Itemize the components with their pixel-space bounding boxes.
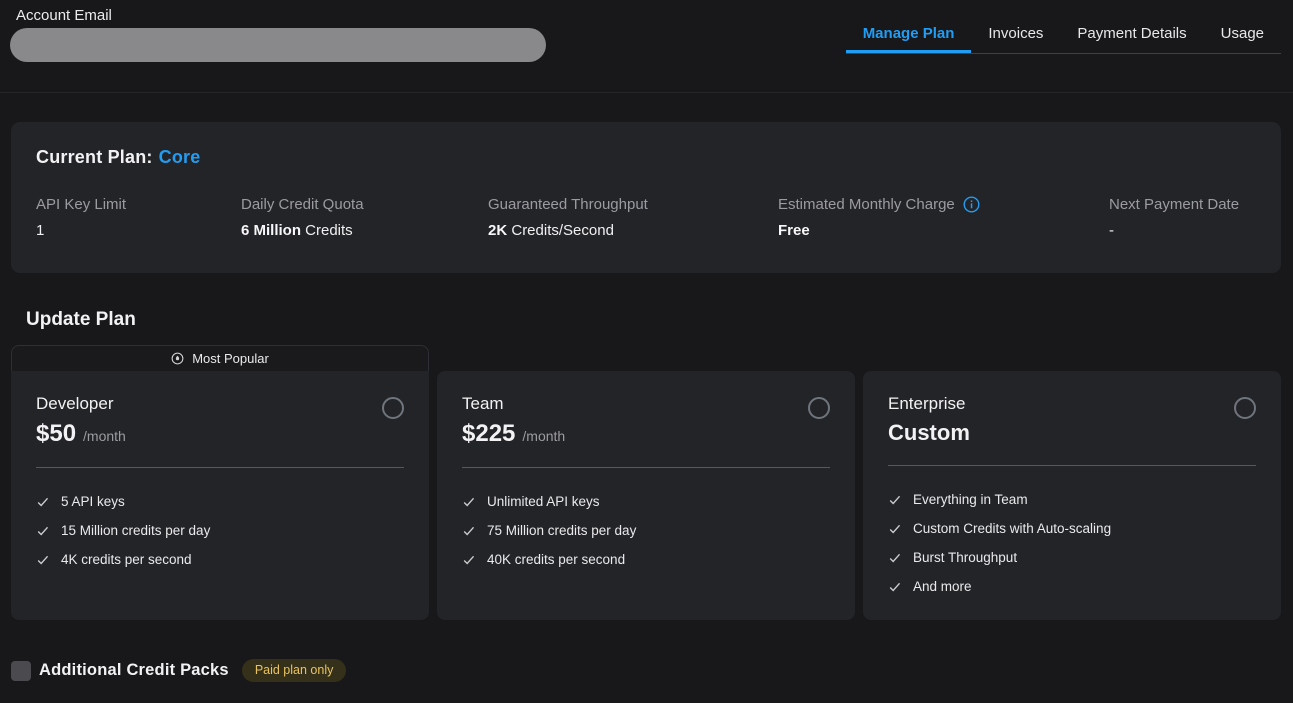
plan-developer-column: Most Popular Developer $50 /month 5 API … — [11, 345, 429, 620]
check-icon — [36, 524, 50, 538]
feature-item: 40K credits per second — [462, 545, 830, 574]
feature-list: Unlimited API keys 75 Million credits pe… — [462, 487, 830, 574]
most-popular-label: Most Popular — [192, 351, 269, 366]
feature-item: Custom Credits with Auto-scaling — [888, 514, 1256, 543]
feature-list: Everything in Team Custom Credits with A… — [888, 485, 1256, 601]
tab-payment-details[interactable]: Payment Details — [1060, 0, 1203, 53]
check-icon — [888, 580, 902, 594]
additional-credit-packs-row: Additional Credit Packs Paid plan only — [11, 659, 1293, 682]
plan-name: Enterprise — [888, 394, 977, 414]
plan-period: /month — [522, 428, 565, 444]
feature-item: 4K credits per second — [36, 545, 404, 574]
card-divider — [888, 465, 1256, 466]
current-plan-stats: API Key Limit 1 Daily Credit Quota 6 Mil… — [36, 196, 1256, 239]
feature-item: Everything in Team — [888, 485, 1256, 514]
additional-credit-packs-checkbox[interactable] — [11, 661, 31, 681]
stat-estimated-monthly-charge: Estimated Monthly Charge Free — [778, 196, 1109, 239]
check-icon — [888, 522, 902, 536]
most-popular-banner: Most Popular — [11, 345, 429, 371]
update-plan-title: Update Plan — [26, 309, 1293, 331]
plan-radio-team[interactable] — [808, 397, 830, 419]
plan-card-enterprise[interactable]: Enterprise Custom Everything in Team Cus… — [863, 371, 1281, 620]
card-divider — [462, 467, 830, 468]
plan-period: /month — [83, 428, 126, 444]
check-icon — [36, 495, 50, 509]
plans-row: Most Popular Developer $50 /month 5 API … — [11, 345, 1281, 620]
plan-card-team[interactable]: Team $225 /month Unlimited API keys 75 M… — [437, 371, 855, 620]
check-icon — [888, 551, 902, 565]
most-popular-icon — [171, 352, 184, 365]
stat-guaranteed-throughput: Guaranteed Throughput 2K Credits/Second — [488, 196, 778, 239]
paid-plan-only-badge: Paid plan only — [242, 659, 347, 682]
account-email-label: Account Email — [16, 7, 546, 24]
feature-item: 15 Million credits per day — [36, 516, 404, 545]
top-bar: Account Email Manage Plan Invoices Payme… — [0, 0, 1293, 93]
feature-item: Burst Throughput — [888, 543, 1256, 572]
feature-item: 5 API keys — [36, 487, 404, 516]
check-icon — [462, 524, 476, 538]
plan-price: $50 — [36, 420, 76, 448]
info-circle-icon[interactable] — [963, 196, 980, 213]
additional-credit-packs-label: Additional Credit Packs — [39, 661, 229, 680]
account-email-group: Account Email — [10, 7, 546, 62]
feature-list: 5 API keys 15 Million credits per day 4K… — [36, 487, 404, 574]
plan-card-developer[interactable]: Developer $50 /month 5 API keys 15 Milli… — [11, 371, 429, 620]
card-divider — [36, 467, 404, 468]
check-icon — [462, 553, 476, 567]
feature-item: Unlimited API keys — [462, 487, 830, 516]
stat-next-payment-date: Next Payment Date - — [1109, 196, 1256, 239]
current-plan-name: Core — [159, 147, 201, 167]
tab-manage-plan[interactable]: Manage Plan — [846, 0, 972, 53]
feature-item: 75 Million credits per day — [462, 516, 830, 545]
tab-usage[interactable]: Usage — [1204, 0, 1281, 53]
stat-daily-credit-quota: Daily Credit Quota 6 Million Credits — [241, 196, 488, 239]
check-icon — [462, 495, 476, 509]
account-email-input[interactable] — [10, 28, 546, 62]
plan-name: Team — [462, 394, 565, 414]
plan-radio-enterprise[interactable] — [1234, 397, 1256, 419]
tab-invoices[interactable]: Invoices — [971, 0, 1060, 53]
current-plan-card: Current Plan: Core API Key Limit 1 Daily … — [11, 122, 1281, 273]
plan-name: Developer — [36, 394, 126, 414]
feature-item: And more — [888, 572, 1256, 601]
current-plan-title-prefix: Current Plan: — [36, 147, 153, 167]
check-icon — [36, 553, 50, 567]
plan-price: $225 — [462, 420, 515, 448]
stat-api-key-limit: API Key Limit 1 — [36, 196, 241, 239]
plan-radio-developer[interactable] — [382, 397, 404, 419]
plan-price: Custom — [888, 420, 970, 446]
check-icon — [888, 493, 902, 507]
billing-tabs: Manage Plan Invoices Payment Details Usa… — [846, 0, 1281, 54]
current-plan-title: Current Plan: Core — [36, 147, 1256, 168]
